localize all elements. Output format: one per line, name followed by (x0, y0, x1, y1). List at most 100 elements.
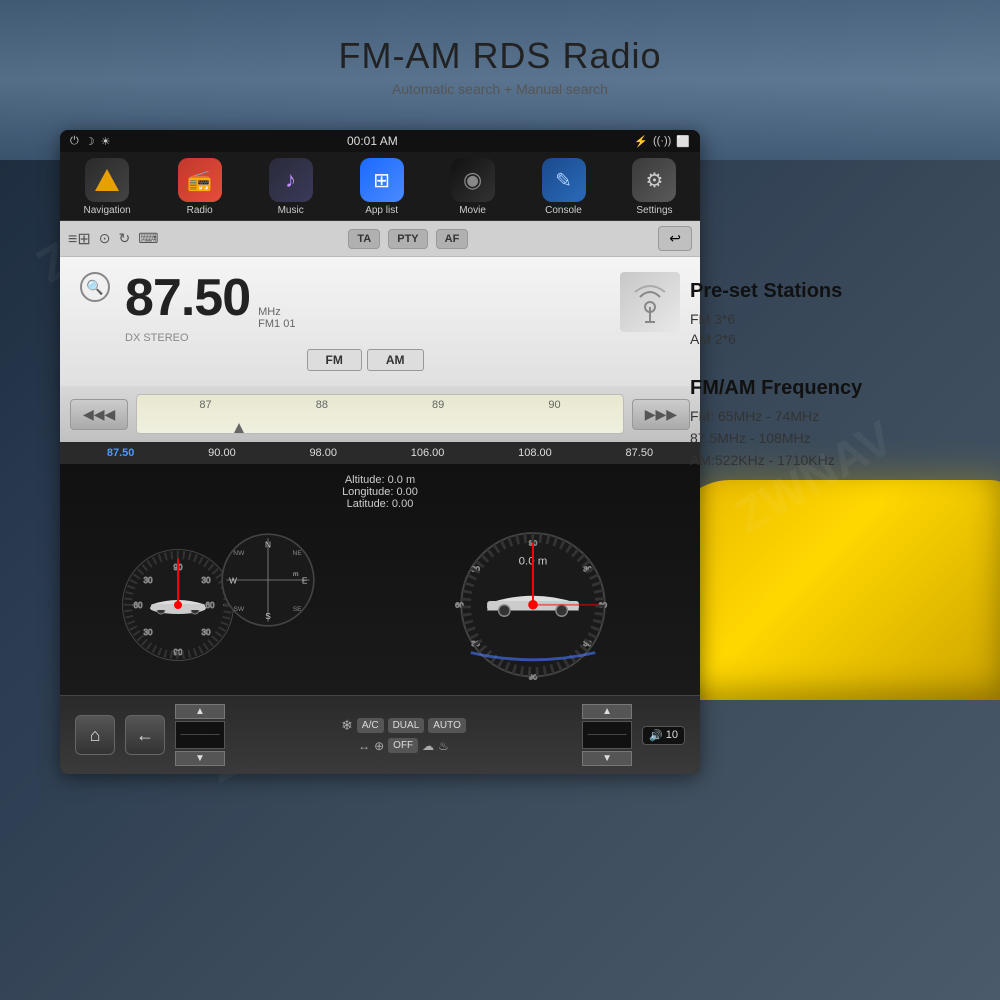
tuner-needle (234, 423, 244, 433)
keyboard-icon: ⌨ (138, 230, 158, 247)
compass-gauge-svg: N S E W NW NE SE SW m (218, 515, 318, 645)
freq-line-1: FM: 65MHz - 74MHz (690, 408, 970, 424)
svg-text:SE: SE (292, 606, 301, 613)
preset-stations-title: Pre-set Stations (690, 280, 970, 303)
gauges-row: 90 90 60 60 30 30 30 30 (70, 515, 690, 685)
movie-icon-bg: ◉ (451, 158, 495, 202)
temp-display-right: ───── (582, 721, 632, 749)
temp2-up-button[interactable]: ▲ (582, 704, 632, 719)
ac-label[interactable]: A/C (357, 718, 384, 733)
preset-4[interactable]: 106.00 (411, 447, 445, 459)
navigation-arrow-icon (95, 169, 119, 191)
refresh-icon: ↻ (118, 230, 130, 247)
status-time: 00:01 AM (347, 134, 398, 148)
svg-text:N: N (264, 540, 270, 550)
ta-button[interactable]: TA (348, 229, 380, 249)
dual-label[interactable]: DUAL (388, 718, 425, 733)
svg-text:60: 60 (205, 601, 214, 610)
movie-icon-glyph: ◉ (463, 167, 482, 193)
pty-button[interactable]: PTY (388, 229, 427, 249)
fan-icon: ☁ (422, 739, 434, 753)
preset-2[interactable]: 90.00 (208, 447, 236, 459)
sidebar-item-console[interactable]: ✎ Console (542, 158, 586, 216)
usb-icon: ⚡ (634, 135, 648, 148)
preset-3[interactable]: 98.00 (309, 447, 337, 459)
page-subtitle: Automatic search + Manual search (20, 81, 980, 97)
settings-icon-glyph: ⚙ (645, 168, 663, 193)
tuner-marks: 87 88 89 90 (147, 399, 612, 411)
search-icon[interactable]: 🔍 (80, 272, 110, 302)
sidebar-item-settings[interactable]: ⚙ Settings (632, 158, 676, 216)
window-icon: ⬜ (676, 135, 690, 148)
svg-text:E: E (301, 575, 307, 585)
app-bar: Navigation 📻 Radio ♪ Music ⊞ App list ◉ … (60, 152, 700, 221)
temp-up-button[interactable]: ▲ (175, 704, 225, 719)
tuner-bar[interactable]: 87 88 89 90 (136, 394, 623, 434)
off-label[interactable]: OFF (388, 738, 418, 753)
left-gauge: 90 90 60 60 30 30 30 30 (118, 515, 318, 685)
sidebar-item-applist[interactable]: ⊞ App list (360, 158, 404, 216)
console-icon-bg: ✎ (542, 158, 586, 202)
temp-left-value: ───── (181, 729, 220, 741)
gauge-panel: Altitude: 0.0 m Longitude: 0.00 Latitude… (60, 464, 700, 695)
ac-controls: ❄ A/C DUAL AUTO ↔ ⊕ OFF ☁ ♨ (235, 717, 572, 753)
status-icons-left: ⏻ ☽ ☀ (70, 135, 110, 148)
temp-display-left: ───── (175, 721, 225, 749)
heat-icon: ♨ (438, 739, 449, 753)
auto-label[interactable]: AUTO (428, 718, 466, 733)
cd-icon: ⊙ (99, 230, 111, 247)
right-gauge-svg: 90 90 60 60 30 30 30 30 0.0 m (423, 515, 643, 685)
sidebar-item-radio[interactable]: 📻 Radio (178, 158, 222, 216)
am-button[interactable]: AM (367, 349, 424, 371)
person-icon: ⊕ (374, 739, 384, 753)
temp-right-value: ───── (588, 729, 627, 741)
longitude-text: Longitude: 0.00 (342, 486, 418, 498)
svg-text:NW: NW (233, 550, 245, 557)
moon-icon: ☽ (85, 135, 95, 148)
back-button[interactable]: ← (125, 715, 165, 755)
af-button[interactable]: AF (436, 229, 469, 249)
equalizer-icon: ≡⊞ (68, 229, 91, 249)
temp2-down-button[interactable]: ▼ (582, 751, 632, 766)
tuner-mark-90: 90 (548, 399, 560, 411)
preset-1[interactable]: 87.50 (107, 447, 135, 459)
applist-icon-bg: ⊞ (360, 158, 404, 202)
temp-down-button[interactable]: ▼ (175, 751, 225, 766)
fm-button[interactable]: FM (307, 349, 362, 371)
preset-5[interactable]: 108.00 (518, 447, 552, 459)
prev-station-button[interactable]: ◀◀◀ (70, 399, 128, 430)
settings-label: Settings (636, 205, 672, 216)
console-label: Console (545, 205, 582, 216)
music-icon-glyph: ♪ (285, 167, 296, 193)
title-section: FM-AM RDS Radio Automatic search + Manua… (0, 0, 1000, 127)
svg-text:60: 60 (133, 601, 142, 610)
home-button[interactable]: ⌂ (75, 715, 115, 755)
volume-icon: 🔊 (649, 729, 663, 742)
altitude-text: Altitude: 0.0 m (342, 474, 418, 486)
preset-am-line: AM 2*6 (690, 331, 970, 347)
gps-info: Altitude: 0.0 m Longitude: 0.00 Latitude… (342, 474, 418, 510)
power-icon: ⏻ (70, 135, 79, 148)
sidebar-item-movie[interactable]: ◉ Movie (451, 158, 495, 216)
next-station-button[interactable]: ▶▶▶ (632, 399, 690, 430)
fm-am-freq-section: FM/AM Frequency FM: 65MHz - 74MHz 87.5MH… (690, 377, 970, 468)
navigation-label: Navigation (83, 205, 130, 216)
console-icon-glyph: ✎ (555, 168, 572, 193)
freq-range-title: FM/AM Frequency (690, 377, 970, 400)
status-icons-right: ⚡ ((·)) ⬜ (634, 135, 690, 148)
music-label: Music (278, 205, 304, 216)
tuner-mark-87: 87 (199, 399, 211, 411)
latitude-text: Latitude: 0.00 (342, 498, 418, 510)
svg-text:30: 30 (143, 576, 152, 585)
volume-value: 10 (666, 729, 678, 741)
device-panel: ⏻ ☽ ☀ 00:01 AM ⚡ ((·)) ⬜ Navigation 📻 Ra… (60, 130, 700, 774)
radio-icon-glyph: 📻 (187, 168, 212, 193)
radio-back-button[interactable]: ↩ (658, 226, 692, 251)
preset-6[interactable]: 87.50 (626, 447, 654, 459)
sidebar-item-music[interactable]: ♪ Music (269, 158, 313, 216)
movie-label: Movie (459, 205, 486, 216)
preset-row: 87.50 90.00 98.00 106.00 108.00 87.50 (60, 442, 700, 464)
page-title: FM-AM RDS Radio (20, 35, 980, 77)
sidebar-item-navigation[interactable]: Navigation (83, 158, 130, 216)
svg-text:30: 30 (143, 628, 152, 637)
